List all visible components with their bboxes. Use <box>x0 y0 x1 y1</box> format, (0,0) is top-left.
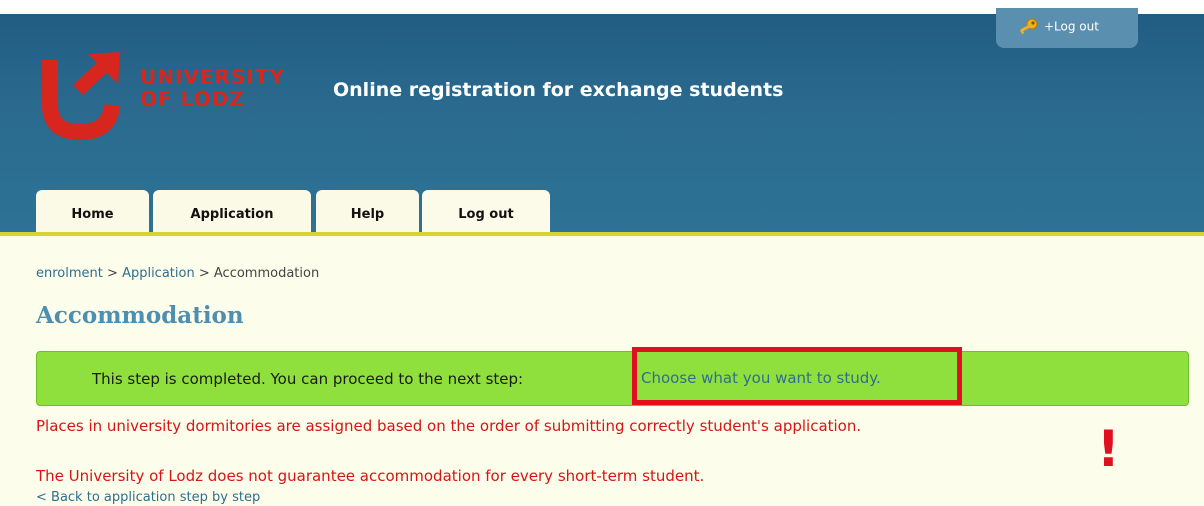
accommodation-warning: The University of Lodz does not guarante… <box>36 467 705 485</box>
back-link[interactable]: < Back to application step by step <box>36 490 260 505</box>
site-title: Online registration for exchange student… <box>333 79 784 101</box>
key-icon <box>1018 18 1038 36</box>
breadcrumb: enrolment > Application > Accommodation <box>36 266 319 281</box>
university-logo-icon <box>42 52 120 140</box>
university-name: UNIVERSITY OF LODZ <box>140 66 285 110</box>
breadcrumb-current: Accommodation <box>213 266 320 281</box>
breadcrumb-separator: > <box>107 266 118 281</box>
logout-label: +Log out <box>1044 19 1099 34</box>
exclamation-annotation: ! <box>1097 420 1120 478</box>
completion-notice: This step is completed. You can proceed … <box>36 351 1189 406</box>
breadcrumb-application[interactable]: Application <box>122 266 195 281</box>
next-step-link[interactable]: Choose what you want to study. <box>641 369 881 387</box>
logo-line-2: OF LODZ <box>140 87 245 111</box>
notice-text: This step is completed. You can proceed … <box>92 370 524 388</box>
dormitory-warning: Places in university dormitories are ass… <box>36 417 862 435</box>
logout-button[interactable]: +Log out <box>996 8 1138 48</box>
breadcrumb-separator: > <box>198 266 210 281</box>
page-title: Accommodation <box>36 302 244 329</box>
breadcrumb-enrolment[interactable]: enrolment <box>36 266 103 281</box>
logo-line-1: UNIVERSITY <box>140 65 285 89</box>
